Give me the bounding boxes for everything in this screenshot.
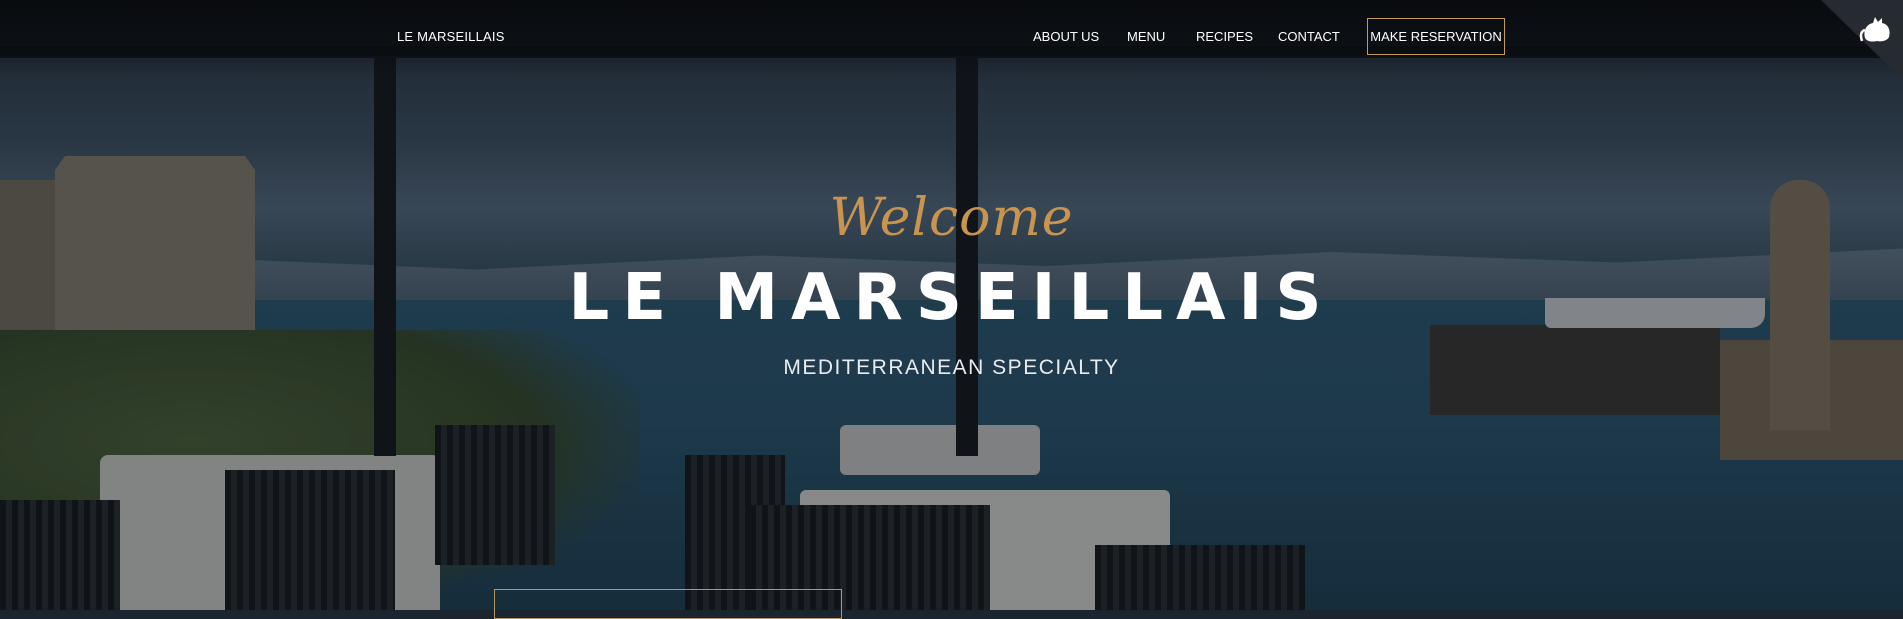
hero-subtitle: MEDITERRANEAN SPECIALTY xyxy=(783,356,1120,379)
section-frame xyxy=(494,589,842,619)
top-navigation: LE MARSEILLAIS ABOUT US MENU RECIPES CON… xyxy=(0,0,1903,74)
nav-item-contact[interactable]: CONTACT xyxy=(1278,29,1340,44)
hero-title: LE MARSEILLAIS xyxy=(568,261,1335,335)
nav-item-menu[interactable]: MENU xyxy=(1127,29,1165,44)
cat-icon[interactable] xyxy=(1857,8,1897,48)
welcome-script: Welcome xyxy=(829,188,1074,248)
nav-item-recipes[interactable]: RECIPES xyxy=(1196,29,1253,44)
brand-logo-link[interactable]: LE MARSEILLAIS xyxy=(397,29,505,44)
make-reservation-button[interactable]: MAKE RESERVATION xyxy=(1367,18,1505,55)
nav-item-about-us[interactable]: ABOUT US xyxy=(1033,29,1099,44)
